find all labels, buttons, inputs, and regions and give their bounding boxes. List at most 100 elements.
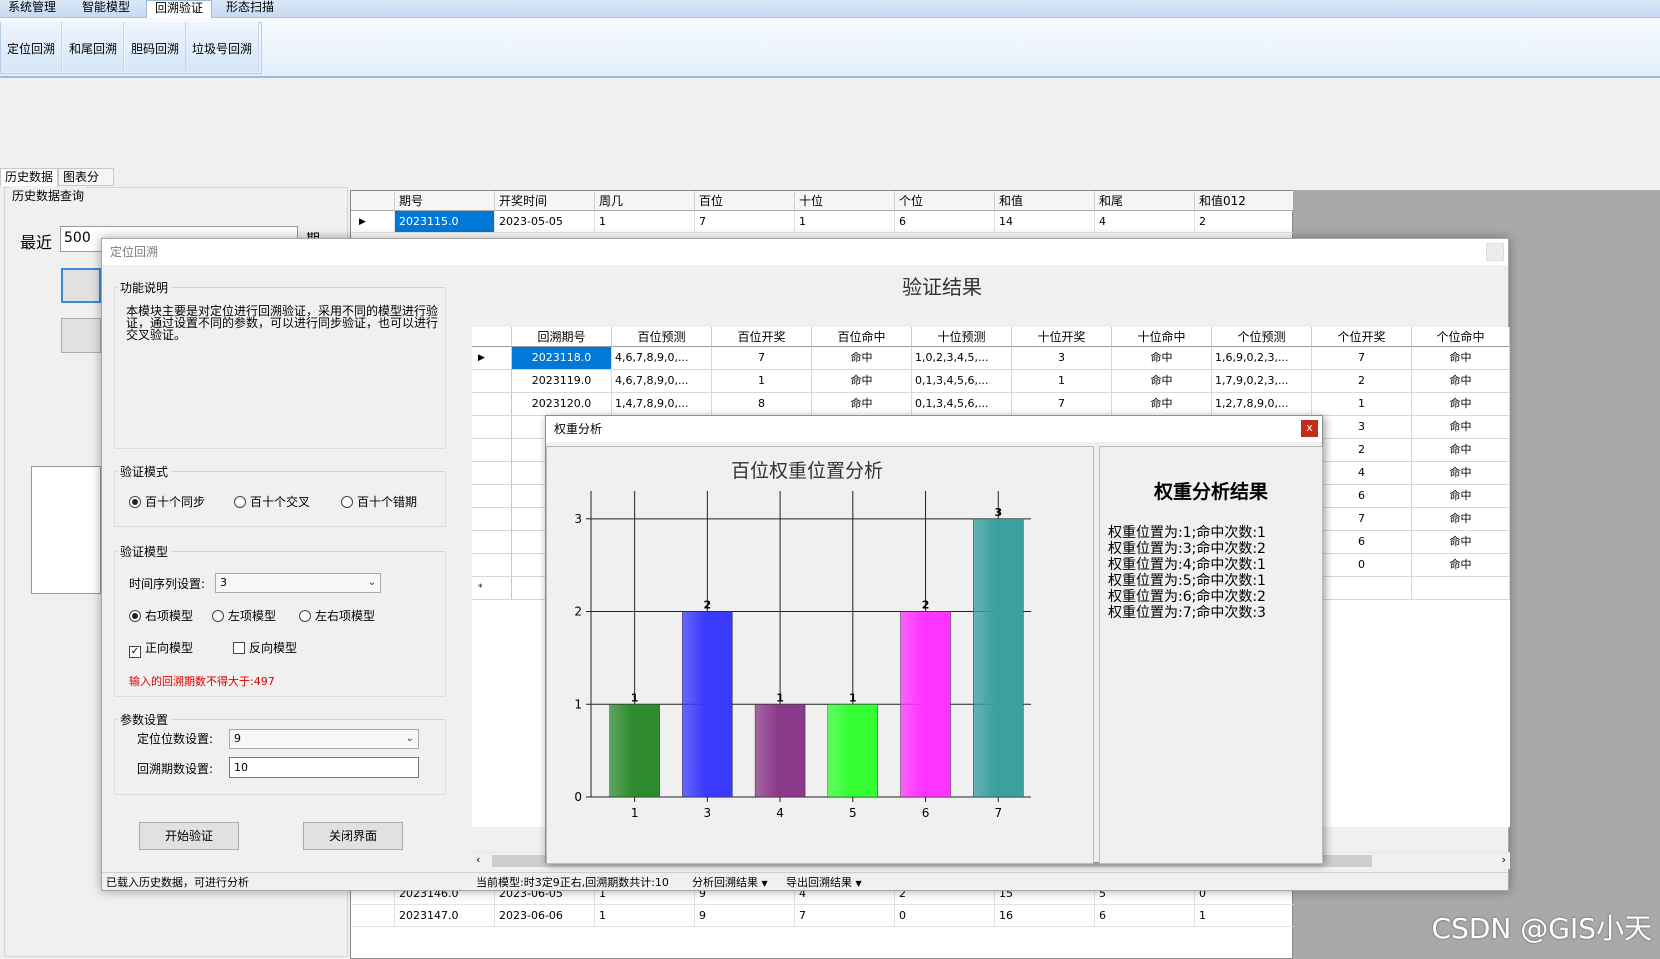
tab-chart[interactable]: 图表分析 (58, 168, 114, 201)
result-cell[interactable]: 3 (1312, 416, 1412, 439)
result-col-header[interactable]: 个位命中 (1412, 327, 1510, 347)
ribbon-btn-garbage[interactable]: 垃圾号回溯 (186, 22, 260, 72)
result-cell[interactable]: 命中 (1412, 439, 1510, 462)
row-header[interactable] (472, 531, 512, 554)
new-row-marker[interactable]: * (472, 577, 512, 600)
table-cell[interactable]: 2023115.0 (395, 211, 495, 233)
row-header[interactable] (472, 508, 512, 531)
row-header[interactable] (472, 485, 512, 508)
result-cell[interactable]: 7 (1012, 393, 1112, 416)
table-cell[interactable]: 6 (1095, 905, 1195, 927)
export-results-menu[interactable]: 导出回溯结果 ▼ (786, 873, 862, 893)
table-cell[interactable]: 9 (695, 905, 795, 927)
mode-cross-radio[interactable]: 百十个交叉 (234, 495, 310, 509)
ribbon-btn-tail[interactable]: 和尾回溯 (63, 22, 125, 72)
result-col-header[interactable]: 回溯期号 (512, 327, 612, 347)
result-cell[interactable]: 命中 (1112, 393, 1212, 416)
result-cell[interactable]: 7 (1312, 508, 1412, 531)
result-cell[interactable]: 命中 (1412, 347, 1510, 370)
table-cell[interactable]: 1 (595, 905, 695, 927)
result-cell[interactable]: 4 (1312, 462, 1412, 485)
result-cell[interactable]: 命中 (1412, 462, 1510, 485)
forward-model-checkbox[interactable]: ✓ 正向模型 (129, 641, 193, 658)
result-cell[interactable]: 0 (1312, 554, 1412, 577)
result-cell[interactable]: 命中 (1412, 370, 1510, 393)
model-right-radio[interactable]: 右项模型 (129, 609, 193, 623)
result-cell[interactable]: 1 (1312, 393, 1412, 416)
result-cell[interactable]: 2 (1312, 370, 1412, 393)
start-verify-button[interactable]: 开始验证 (139, 822, 239, 850)
menu-tab-backtest[interactable]: 回溯验证 (146, 0, 213, 19)
table-cell[interactable]: 2 (1195, 211, 1294, 233)
table-cell[interactable]: 0 (895, 905, 995, 927)
result-cell[interactable]: 2023120.0 (512, 393, 612, 416)
row-header[interactable] (472, 416, 512, 439)
backtest-count-input[interactable]: 10 (229, 757, 419, 778)
result-cell[interactable]: 1 (1012, 370, 1112, 393)
result-cell[interactable]: 1,4,7,8,9,0,... (612, 393, 712, 416)
result-cell[interactable]: 2023118.0 (512, 347, 612, 370)
scroll-right-icon[interactable]: › (1502, 853, 1506, 866)
result-cell[interactable]: 1 (712, 370, 812, 393)
result-col-header[interactable]: 百位开奖 (712, 327, 812, 347)
result-cell[interactable]: 命中 (1412, 508, 1510, 531)
result-cell[interactable]: 1,7,9,0,2,3,... (1212, 370, 1312, 393)
ribbon-btn-gallbladder[interactable]: 胆码回溯 (125, 22, 187, 72)
table-cell[interactable]: 2023147.0 (395, 905, 495, 927)
result-col-header[interactable]: 个位预测 (1212, 327, 1312, 347)
model-left-radio[interactable]: 左项模型 (212, 609, 276, 623)
result-cell[interactable]: 7 (1312, 347, 1412, 370)
row-header[interactable] (472, 554, 512, 577)
result-cell[interactable]: 命中 (1412, 485, 1510, 508)
col-header[interactable]: 和值012 (1195, 191, 1294, 211)
result-col-header[interactable]: 百位预测 (612, 327, 712, 347)
result-cell[interactable]: 6 (1312, 531, 1412, 554)
result-col-header[interactable]: 个位开奖 (1312, 327, 1412, 347)
table-cell[interactable]: 6 (895, 211, 995, 233)
table-cell[interactable]: 7 (795, 905, 895, 927)
menu-tab-system[interactable]: 系统管理 (0, 0, 64, 18)
result-cell[interactable]: 4,6,7,8,9,0,... (612, 370, 712, 393)
result-cell[interactable] (1312, 577, 1412, 600)
table-cell[interactable]: 4 (1095, 211, 1195, 233)
row-header[interactable]: ▶ (472, 347, 512, 370)
row-header[interactable] (472, 462, 512, 485)
result-cell[interactable]: 4,6,7,8,9,0,... (612, 347, 712, 370)
result-cell[interactable]: 1,0,2,3,4,5,... (912, 347, 1012, 370)
col-header[interactable]: 期号 (395, 191, 495, 211)
menu-tab-smart-model[interactable]: 智能模型 (74, 0, 138, 18)
table-cell[interactable]: 1 (795, 211, 895, 233)
dialog-close-button[interactable] (1486, 243, 1504, 261)
history-listbox[interactable] (31, 466, 101, 594)
ribbon-btn-position[interactable]: 定位回溯 (1, 22, 63, 72)
query-button[interactable] (61, 268, 101, 303)
table-cell[interactable]: 2023-06-06 (495, 905, 595, 927)
result-cell[interactable]: 命中 (1412, 531, 1510, 554)
result-cell[interactable]: 3 (1012, 347, 1112, 370)
table-cell[interactable]: 16 (995, 905, 1095, 927)
result-cell[interactable]: 1,6,9,0,2,3,... (1212, 347, 1312, 370)
result-cell[interactable]: 8 (712, 393, 812, 416)
load-button[interactable] (61, 318, 101, 353)
col-header[interactable]: 开奖时间 (495, 191, 595, 211)
col-header[interactable]: 周几 (595, 191, 695, 211)
table-cell[interactable]: 1 (595, 211, 695, 233)
table-cell[interactable]: 14 (995, 211, 1095, 233)
result-cell[interactable] (1412, 577, 1510, 600)
result-cell[interactable]: 1,2,7,8,9,0,... (1212, 393, 1312, 416)
col-header[interactable]: 百位 (695, 191, 795, 211)
col-header[interactable]: 十位 (795, 191, 895, 211)
col-header[interactable]: 和值 (995, 191, 1095, 211)
position-count-combo[interactable]: 9 ⌄ (229, 729, 419, 749)
col-header[interactable]: 个位 (895, 191, 995, 211)
table-cell[interactable]: 1 (1195, 905, 1294, 927)
mode-offset-radio[interactable]: 百十个错期 (341, 495, 417, 509)
result-cell[interactable]: 0,1,3,4,5,6,... (912, 393, 1012, 416)
result-cell[interactable]: 0,1,3,4,5,6,... (912, 370, 1012, 393)
result-cell[interactable]: 命中 (1412, 554, 1510, 577)
tab-history[interactable]: 历史数据 (0, 168, 58, 186)
table-cell[interactable]: 7 (695, 211, 795, 233)
menu-tab-scan[interactable]: 形态扫描 (218, 0, 282, 18)
analyze-results-menu[interactable]: 分析回溯结果 ▼ (692, 873, 768, 893)
result-col-header[interactable]: 十位预测 (912, 327, 1012, 347)
